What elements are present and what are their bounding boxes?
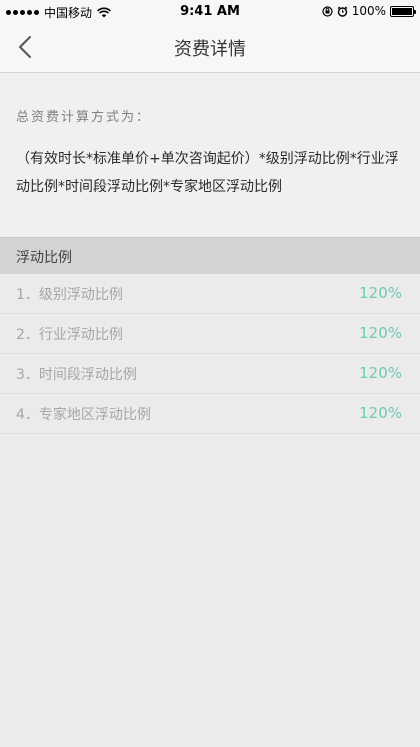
page-title: 资费详情 [174, 39, 246, 60]
list-item: 3．时间段浮动比例 120% [0, 354, 420, 394]
item-value: 120% [359, 364, 402, 382]
section-title: 浮动比例 [16, 250, 72, 266]
formula-text: （有效时长*标准单价+单次咨询起价）*级别浮动比例*行业浮动比例*时间段浮动比例… [16, 151, 399, 195]
item-label: 3．时间段浮动比例 [16, 367, 137, 383]
formula-label: 总资费计算方式为： [16, 110, 152, 125]
formula-info: 总资费计算方式为： （有效时长*标准单价+单次咨询起价）*级别浮动比例*行业浮动… [0, 73, 420, 236]
rotation-lock-icon [322, 5, 333, 17]
item-label: 1．级别浮动比例 [16, 287, 123, 303]
item-value: 120% [359, 324, 402, 342]
item-label: 4．专家地区浮动比例 [16, 407, 151, 423]
section-header: 浮动比例 [0, 237, 420, 275]
battery-icon [390, 5, 416, 17]
battery-percent: 100% [351, 4, 386, 18]
status-right: 100% [322, 4, 416, 18]
item-value: 120% [359, 404, 402, 422]
list-item: 4．专家地区浮动比例 120% [0, 394, 420, 434]
list-item: 2．行业浮动比例 120% [0, 314, 420, 354]
ratio-list: 1．级别浮动比例 120% 2．行业浮动比例 120% 3．时间段浮动比例 12… [0, 274, 420, 434]
item-label: 2．行业浮动比例 [16, 327, 123, 343]
status-bar: 中国移动 9:41 AM 100% [0, 0, 420, 22]
nav-bar: 资费详情 [0, 22, 420, 73]
list-item: 1．级别浮动比例 120% [0, 274, 420, 314]
item-value: 120% [359, 284, 402, 302]
alarm-icon [337, 6, 348, 17]
